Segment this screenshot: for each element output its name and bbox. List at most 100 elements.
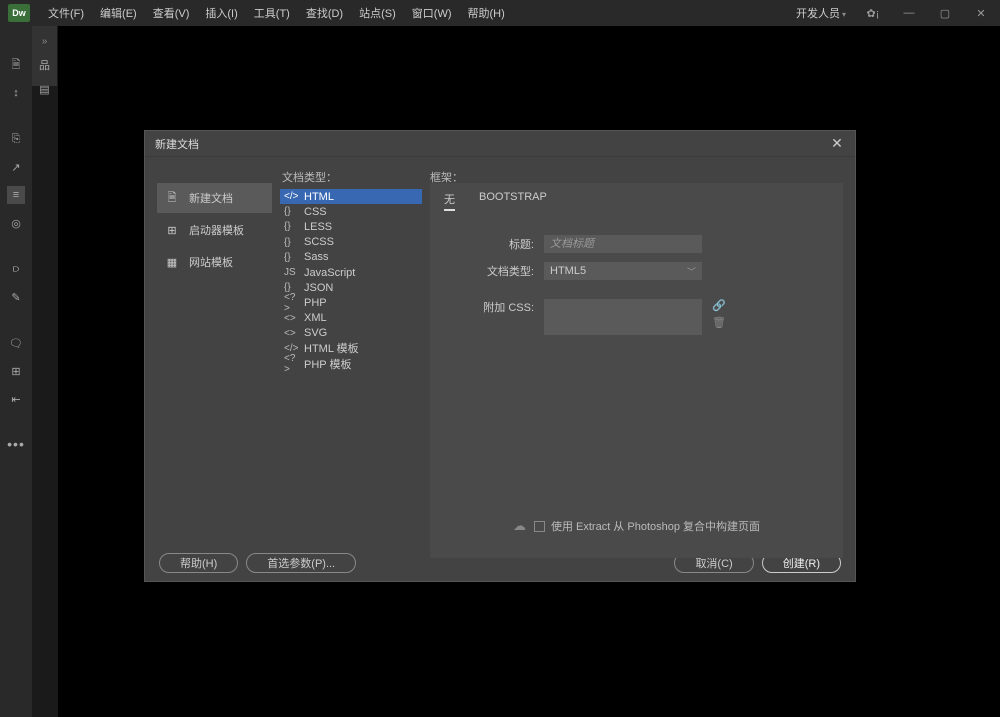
window-maximize-icon[interactable]: ▢: [930, 3, 960, 23]
close-icon[interactable]: ✕: [829, 135, 845, 152]
starter-icon: ⊞: [163, 221, 181, 239]
panel-rail: » 品 ▤: [32, 26, 58, 86]
title-input[interactable]: [544, 235, 702, 253]
workspace-switcher[interactable]: 开发人员▾: [790, 3, 852, 23]
window-close-icon[interactable]: ✕: [966, 3, 996, 23]
xml-icon: <>: [284, 313, 298, 324]
window-minimize-icon[interactable]: —: [894, 3, 924, 23]
more-icon[interactable]: •••: [7, 436, 25, 452]
type-label: XML: [304, 312, 327, 324]
comment-icon[interactable]: 🗨: [7, 334, 25, 352]
arrow-icon[interactable]: ↗: [7, 158, 25, 176]
framework-tabs: 无 BOOTSTRAP: [444, 189, 829, 217]
tab-none[interactable]: 无: [444, 189, 455, 211]
extract-checkbox[interactable]: [534, 521, 545, 532]
chevron-icon[interactable]: »: [42, 36, 48, 47]
dialog-title: 新建文档: [155, 136, 199, 152]
menu-window[interactable]: 窗口(W): [404, 1, 460, 25]
menu-view[interactable]: 查看(V): [145, 1, 198, 25]
wand-icon[interactable]: ✎: [7, 288, 25, 306]
menu-edit[interactable]: 编辑(E): [92, 1, 145, 25]
menu-help[interactable]: 帮助(H): [460, 1, 513, 25]
type-label: LESS: [304, 221, 332, 233]
chevron-down-icon: ▾: [842, 10, 846, 19]
type-scss[interactable]: {}SCSS: [280, 235, 422, 250]
type-php[interactable]: <?>PHP: [280, 295, 422, 310]
menu-site[interactable]: 站点(S): [351, 1, 404, 25]
category-new-doc[interactable]: 🗎 新建文档: [157, 183, 272, 213]
category-site[interactable]: ▦ 网站模板: [157, 247, 272, 277]
doctype-label: 文档类型:: [444, 263, 534, 279]
prefs-button[interactable]: 首选参数(P)...: [246, 553, 356, 573]
tab-bootstrap[interactable]: BOOTSTRAP: [479, 189, 547, 211]
type-html[interactable]: </> HTML: [280, 189, 422, 204]
type-php-template[interactable]: <?>PHP 模板: [280, 356, 422, 371]
app-logo: Dw: [8, 4, 30, 22]
collapse-icon[interactable]: ⇤: [7, 390, 25, 408]
framework-label: 框架：: [430, 169, 463, 185]
type-css[interactable]: {} CSS: [280, 204, 422, 219]
link-icon[interactable]: 🔗: [712, 299, 726, 312]
trash-icon[interactable]: 🗑: [712, 316, 726, 329]
chevron-down-icon: ﹀: [687, 265, 696, 278]
menu-tools[interactable]: 工具(T): [246, 1, 298, 25]
type-label: PHP: [304, 297, 327, 309]
form-rows: 标题: 文档类型: HTML5 ﹀ 附加 CSS:: [444, 235, 829, 335]
new-document-dialog: 新建文档 ✕ 🗎 新建文档 ⊞ 启动器模板 ▦ 网站模板 文档类型： </>HT…: [144, 130, 856, 582]
type-less[interactable]: {}LESS: [280, 219, 422, 234]
type-xml[interactable]: <> XML: [280, 311, 422, 326]
category-column: 🗎 新建文档 ⊞ 启动器模板 ▦ 网站模板: [157, 169, 272, 545]
doctype-column: 文档类型： </>HTML {}CSS {}LESS {}SCSS {}Sass…: [280, 169, 422, 545]
code-icon: </>: [284, 191, 298, 202]
menu-find[interactable]: 查找(D): [298, 1, 351, 25]
doc-icon: 🗎: [163, 189, 181, 207]
type-label: JavaScript: [304, 267, 355, 279]
php-icon: <?>: [284, 353, 298, 375]
type-js[interactable]: JS JavaScript: [280, 265, 422, 280]
doctype-value: HTML5: [550, 265, 586, 277]
svg-icon: <>: [284, 328, 298, 339]
type-label: Sass: [304, 251, 328, 263]
panel-icon[interactable]: ≡: [7, 186, 25, 204]
row-css: 附加 CSS: 🔗 🗑: [444, 299, 829, 335]
type-sass[interactable]: {}Sass: [280, 250, 422, 265]
layout-icon[interactable]: ⊞: [7, 362, 25, 380]
sync-settings-icon[interactable]: ✿¡: [858, 3, 888, 23]
menu-insert[interactable]: 插入(I): [197, 1, 245, 25]
type-svg[interactable]: <>SVG: [280, 326, 422, 341]
category-label: 新建文档: [189, 190, 233, 206]
doctype-header: 文档类型：: [280, 169, 422, 189]
type-label: PHP 模板: [304, 356, 351, 372]
doctype-select[interactable]: HTML5 ﹀: [544, 262, 702, 280]
braces-icon: {}: [284, 237, 298, 248]
category-starter[interactable]: ⊞ 启动器模板: [157, 215, 272, 245]
adjust-icon[interactable]: ↕: [7, 84, 25, 102]
type-label: JSON: [304, 282, 333, 294]
type-label: HTML: [304, 191, 334, 203]
row-doctype: 文档类型: HTML5 ﹀: [444, 262, 829, 280]
type-html-template[interactable]: </>HTML 模板: [280, 341, 422, 356]
css-input[interactable]: [544, 299, 702, 335]
form-panel: 无 BOOTSTRAP 标题: 文档类型: HTML5 ﹀: [430, 183, 843, 558]
js-icon: JS: [284, 267, 298, 278]
title-label: 标题:: [444, 236, 534, 252]
structure-icon[interactable]: 品: [36, 57, 54, 73]
type-label: CSS: [304, 206, 327, 218]
extract-label: 使用 Extract 从 Photoshop 复合中构建页面: [551, 518, 760, 534]
type-json[interactable]: {}JSON: [280, 280, 422, 295]
dialog-body: 🗎 新建文档 ⊞ 启动器模板 ▦ 网站模板 文档类型： </> HTML {} CS…: [145, 157, 855, 545]
help-button[interactable]: 帮助(H): [159, 553, 238, 573]
row-title: 标题:: [444, 235, 829, 253]
file-icon[interactable]: 🗎: [7, 56, 25, 74]
left-toolbar: 🗎 ↕ ⎘ ↗ ≡ ◎ ⫐ ✎ 🗨 ⊞ ⇤ •••: [0, 26, 32, 717]
braces-icon: {}: [284, 206, 298, 217]
target-icon[interactable]: ◎: [7, 214, 25, 232]
menubar-right: 开发人员▾ ✿¡ — ▢ ✕: [790, 3, 1000, 23]
workspace-label: 开发人员: [796, 8, 840, 20]
files-icon[interactable]: ▤: [36, 83, 54, 96]
vector-icon[interactable]: ⫐: [7, 260, 25, 278]
code-icon[interactable]: ⎘: [7, 130, 25, 148]
menu-file[interactable]: 文件(F): [40, 1, 92, 25]
php-icon: <?>: [284, 292, 298, 314]
doctype-list: </>HTML {}CSS {}LESS {}SCSS {}Sass JSJav…: [280, 189, 422, 545]
